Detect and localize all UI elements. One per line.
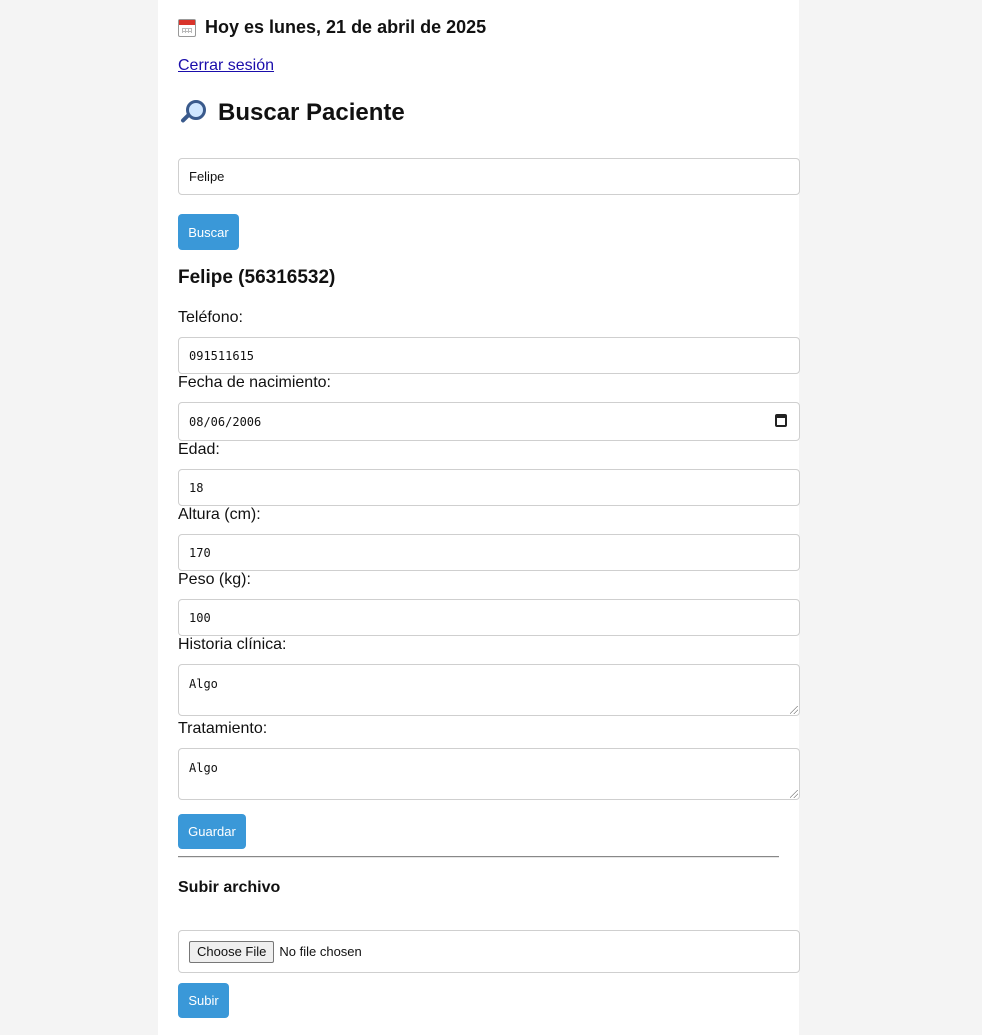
age-field-value: 18 xyxy=(189,480,204,495)
file-input[interactable]: Choose File No file chosen xyxy=(178,930,800,973)
file-status-text: No file chosen xyxy=(279,944,362,959)
weight-label: Peso (kg): xyxy=(178,571,251,588)
weight-field[interactable]: 100 xyxy=(178,599,800,636)
birthdate-label: Fecha de nacimiento: xyxy=(178,374,331,391)
logout-link[interactable]: Cerrar sesión xyxy=(178,57,274,75)
treatment-label: Tratamiento: xyxy=(178,720,268,737)
main-panel: Hoy es lunes, 21 de abril de 2025 Cerrar… xyxy=(158,0,800,1035)
date-header: Hoy es lunes, 21 de abril de 2025 xyxy=(178,17,486,38)
phone-field[interactable]: 091511615 xyxy=(178,337,800,374)
age-field[interactable]: 18 xyxy=(178,469,800,506)
upload-button[interactable]: Subir xyxy=(178,983,229,1018)
resize-handle-icon[interactable] xyxy=(790,706,798,714)
search-title: Buscar Paciente xyxy=(178,98,405,128)
phone-field-value: 091511615 xyxy=(189,348,255,363)
height-field[interactable]: 170 xyxy=(178,534,800,571)
date-text: Hoy es lunes, 21 de abril de 2025 xyxy=(205,17,487,37)
resize-handle-icon[interactable] xyxy=(790,790,798,798)
age-label: Edad: xyxy=(178,441,220,458)
history-textarea-value: Algo xyxy=(189,677,218,691)
search-input-value: Felipe xyxy=(189,169,225,184)
height-field-value: 170 xyxy=(189,545,211,560)
upload-title: Subir archivo xyxy=(178,879,281,896)
phone-label: Teléfono: xyxy=(178,309,243,326)
history-label: Historia clínica: xyxy=(178,636,287,653)
birthdate-field[interactable]: 08/06/2006 xyxy=(178,402,800,441)
magnifier-icon xyxy=(178,98,208,128)
birthdate-field-value: 08/06/2006 xyxy=(189,414,262,429)
save-button[interactable]: Guardar xyxy=(178,814,246,849)
search-input[interactable]: Felipe xyxy=(178,158,800,195)
search-button[interactable]: Buscar xyxy=(178,214,239,250)
section-divider xyxy=(178,856,779,858)
treatment-textarea-value: Algo xyxy=(189,761,218,775)
patient-heading: Felipe (56316532) xyxy=(178,267,336,288)
treatment-textarea[interactable]: Algo xyxy=(178,748,800,800)
search-title-text: Buscar Paciente xyxy=(218,99,405,126)
history-textarea[interactable]: Algo xyxy=(178,664,800,716)
choose-file-button[interactable]: Choose File xyxy=(189,940,275,963)
calendar-icon xyxy=(178,18,196,37)
height-label: Altura (cm): xyxy=(178,506,261,523)
calendar-picker-icon[interactable] xyxy=(775,414,787,427)
weight-field-value: 100 xyxy=(189,610,211,625)
